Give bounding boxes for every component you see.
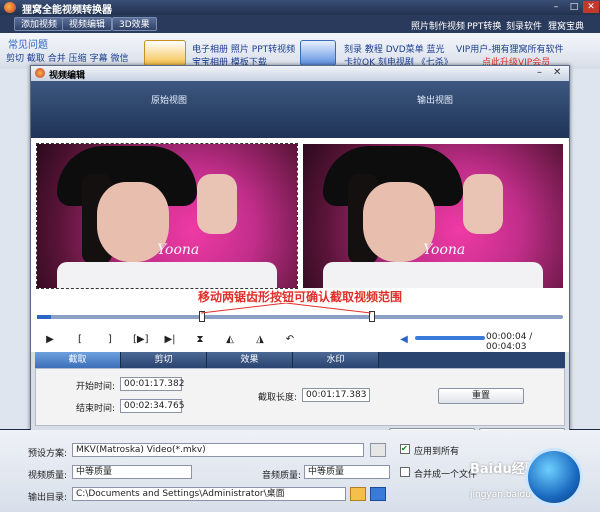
split-icon[interactable]: ⧗ (193, 333, 207, 347)
preset-label: 预设方案: (28, 449, 68, 459)
tab-cut[interactable]: 剪切 (121, 352, 207, 368)
dialog-titlebar: 视频编辑 – ✕ (31, 66, 569, 81)
album-icon[interactable] (144, 40, 186, 66)
original-video[interactable]: Yoona (36, 143, 298, 289)
start-time-label: 开始时间: (76, 382, 116, 392)
output-view-label: 输出视图 (417, 96, 454, 106)
range-arrows (201, 303, 371, 314)
open-folder-icon[interactable] (370, 487, 386, 501)
original-view-label: 原始视图 (151, 96, 188, 106)
apply-all-checkbox[interactable]: ✔ (400, 444, 410, 454)
reset-button[interactable]: 重置 (438, 388, 524, 404)
link-photo-video[interactable]: 照片制作视频 (411, 19, 465, 32)
dialog-minimize-icon[interactable]: – (537, 67, 542, 78)
folder-icon[interactable] (350, 487, 366, 501)
video-quality-select[interactable]: 中等质量 (72, 465, 192, 479)
timeline-track (37, 315, 563, 319)
video-signature: Yoona (157, 242, 200, 258)
apply-all-label: 应用到所有 (414, 447, 460, 457)
video-quality-label: 视频质量: (28, 471, 68, 481)
tab-video-edit[interactable]: 视频编辑 (62, 17, 113, 31)
tab-watermark[interactable]: 水印 (293, 352, 379, 368)
undo-icon[interactable]: ↶ (283, 333, 297, 347)
merge-label: 合并成一个文件 (414, 470, 478, 480)
start-time-field[interactable]: 00:01:17.382 (120, 377, 184, 391)
minimize-icon[interactable]: – (548, 1, 564, 13)
link-ppt[interactable]: PPT转换 (467, 19, 501, 32)
app-logo-icon (4, 2, 16, 13)
mark-in-icon[interactable]: [ (73, 333, 87, 347)
trim-form: 开始时间: 00:01:17.382 结束时间: 00:02:34.765 截取… (35, 368, 565, 426)
tab-add-video[interactable]: 添加视频 (14, 17, 65, 31)
volume-icon[interactable]: ◀ (397, 333, 411, 347)
faq-panel: 常见问题 剪切 截取 合并 压缩 字幕 微信 (0, 33, 140, 69)
dvd-icon[interactable] (300, 40, 336, 66)
link-guide[interactable]: 狸窝宝典 (548, 19, 584, 32)
timecode: 00:00:04 / 00:04:03 (486, 332, 533, 352)
audio-quality-select[interactable]: 中等质量 (304, 465, 390, 479)
preset-select[interactable]: MKV(Matroska) Video(*.mkv) (72, 443, 364, 457)
maximize-icon[interactable]: □ (566, 1, 582, 13)
frame-icon[interactable]: [▶] (133, 333, 149, 347)
tab-trim[interactable]: 截取 (35, 352, 121, 368)
app-title: 狸窝全能视频转换器 (22, 5, 112, 16)
output-dir-field[interactable]: C:\Documents and Settings\Administrator\… (72, 487, 346, 501)
faq-header: 常见问题 (8, 40, 48, 51)
dialog-close-icon[interactable]: ✕ (553, 67, 561, 78)
toolbar-burn-links[interactable]: 刻录 教程 DVD菜单 蓝光 (344, 42, 445, 55)
mark-out-icon[interactable]: ] (103, 333, 117, 347)
settings-icon[interactable] (370, 443, 386, 457)
volume-slider[interactable] (415, 336, 485, 340)
preview-area: Yoona Yoona 移动两锯齿形按钮可确认截取视频范围 ▶ [ ] [▶] … (31, 138, 569, 352)
close-icon[interactable]: ✕ (583, 1, 599, 13)
trim-length-label: 截取长度: (258, 393, 298, 403)
output-video: Yoona (303, 144, 563, 288)
edit-tabs: 截取 剪切 效果 水印 (35, 352, 565, 368)
toolbar-album-links[interactable]: 电子相册 照片 PPT转视频 (192, 42, 295, 55)
tab-3d-effect[interactable]: 3D效果 (112, 17, 157, 31)
app-titlebar: 狸窝全能视频转换器 – □ ✕ (0, 0, 600, 16)
merge-checkbox[interactable] (400, 467, 410, 477)
tab-effect[interactable]: 效果 (207, 352, 293, 368)
rotate-right-icon[interactable]: ◮ (253, 333, 267, 347)
dialog-logo-icon (35, 68, 45, 78)
link-burn[interactable]: 刻录软件 (506, 19, 542, 32)
trim-length-field: 00:01:17.383 (302, 388, 370, 402)
video-signature-output: Yoona (423, 242, 466, 258)
control-row: ▶ [ ] [▶] ▶| ⧗ ◭ ◮ ↶ ◀ 00:00:04 / 00:04:… (31, 324, 569, 352)
end-time-field[interactable]: 00:02:34.765 (120, 399, 184, 413)
rotate-left-icon[interactable]: ◭ (223, 333, 237, 347)
timeline-progress (37, 315, 51, 319)
vip-text[interactable]: VIP用户-拥有狸窝所有软件 (456, 42, 564, 55)
play-icon[interactable]: ▶ (43, 333, 57, 347)
convert-button[interactable] (525, 448, 583, 506)
end-time-label: 结束时间: (76, 404, 116, 414)
next-icon[interactable]: ▶| (163, 333, 177, 347)
output-dir-label: 输出目录: (28, 493, 68, 503)
faq-links[interactable]: 剪切 截取 合并 压缩 字幕 微信 (6, 51, 128, 64)
dialog-title: 视频编辑 (49, 71, 86, 81)
video-edit-dialog: 视频编辑 – ✕ 原始视图 输出视图 Yoona Yoona 移动两锯齿形按钮可… (30, 65, 570, 448)
audio-quality-label: 音频质量: (262, 471, 302, 481)
view-header: 原始视图 输出视图 (31, 81, 569, 138)
